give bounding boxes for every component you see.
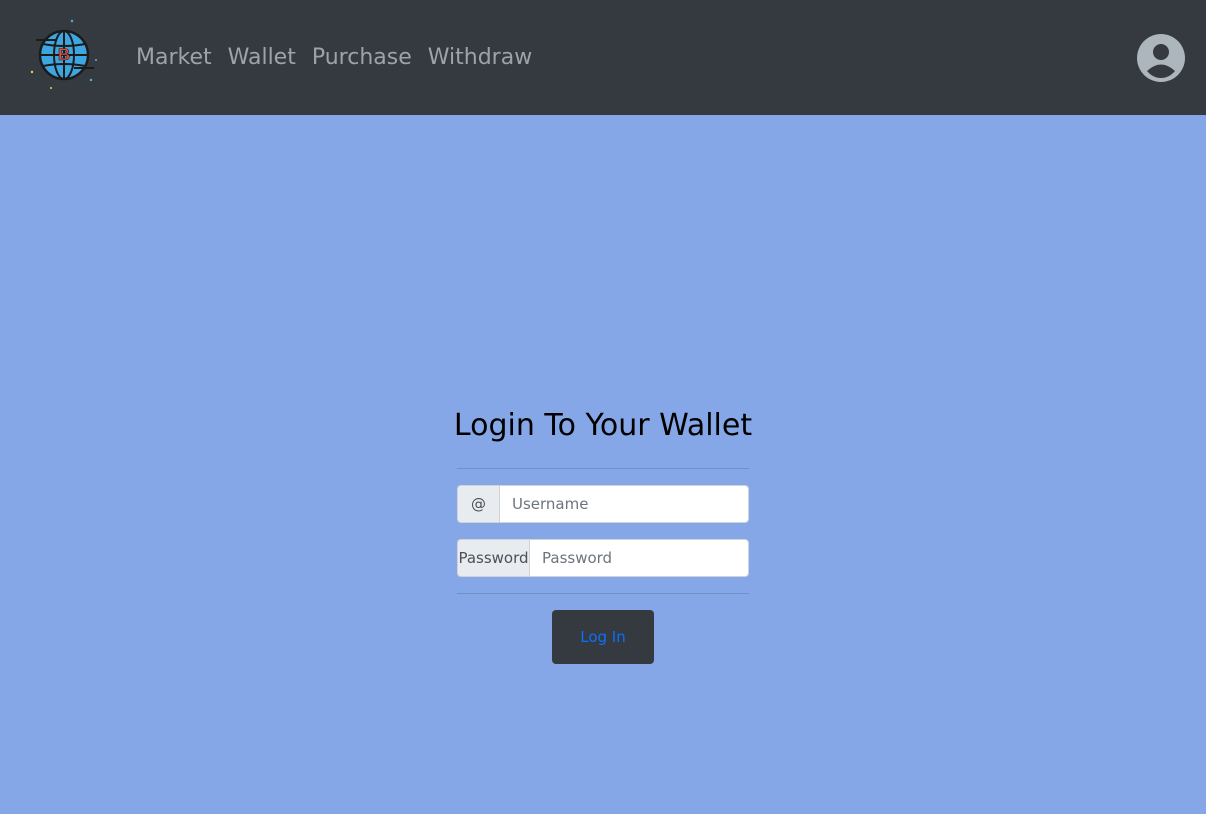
username-addon: @ bbox=[457, 485, 499, 523]
password-input[interactable] bbox=[529, 539, 749, 577]
top-navbar: B Market Wallet Purchase Withdraw bbox=[0, 0, 1206, 115]
password-addon: Password bbox=[457, 539, 529, 577]
globe-bitcoin-icon: B bbox=[30, 19, 97, 89]
svg-text:B: B bbox=[58, 45, 70, 64]
username-group: @ bbox=[457, 485, 749, 523]
login-form: Login To Your Wallet @ Password Log In bbox=[0, 0, 1206, 814]
nav-link-withdraw[interactable]: Withdraw bbox=[420, 40, 540, 76]
username-input[interactable] bbox=[499, 485, 749, 523]
main-nav: Market Wallet Purchase Withdraw bbox=[128, 40, 540, 76]
login-button[interactable]: Log In bbox=[552, 610, 654, 664]
nav-link-market[interactable]: Market bbox=[128, 40, 220, 76]
user-avatar[interactable] bbox=[1136, 33, 1186, 83]
user-circle-icon bbox=[1137, 34, 1185, 82]
brand-logo[interactable]: B bbox=[28, 18, 100, 90]
divider-bottom bbox=[457, 593, 749, 594]
nav-link-wallet[interactable]: Wallet bbox=[220, 40, 304, 76]
login-title: Login To Your Wallet bbox=[453, 408, 753, 443]
divider-top bbox=[457, 468, 749, 469]
nav-link-purchase[interactable]: Purchase bbox=[304, 40, 420, 76]
password-group: Password bbox=[457, 539, 749, 577]
